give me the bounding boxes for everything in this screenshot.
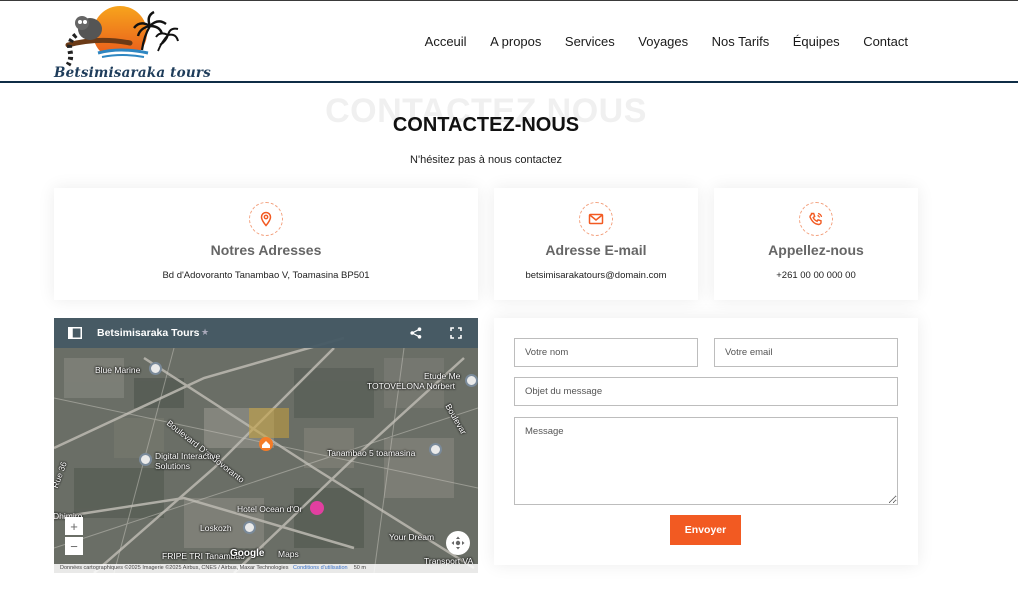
site-header: Betsimisaraka tours Acceuil A propos Ser… — [0, 1, 1018, 83]
nav-item-acceuil[interactable]: Acceuil — [425, 34, 467, 49]
embedded-map[interactable]: Betsimisaraka Tours ★ Blue Marine Boulev… — [54, 318, 478, 573]
main-nav: Acceuil A propos Services Voyages Nos Ta… — [401, 34, 908, 49]
zoom-in-button[interactable]: + — [65, 517, 83, 535]
nav-item-a-propos[interactable]: A propos — [490, 34, 541, 49]
attribution-text: Données cartographiques ©2025 Imagerie ©… — [60, 565, 289, 571]
card-title: Appellez-nous — [768, 242, 864, 258]
submit-button[interactable]: Envoyer — [670, 515, 741, 545]
envelope-icon — [579, 202, 613, 236]
map-label: Digital Interactive Solutions — [155, 451, 221, 471]
fullscreen-icon[interactable] — [450, 327, 462, 339]
map-title[interactable]: Betsimisaraka Tours — [97, 327, 200, 339]
zoom-out-button[interactable]: − — [65, 537, 83, 555]
sunset-palm-logo-icon — [65, 6, 179, 67]
card-value[interactable]: betsimisarakatours@domain.com — [494, 270, 698, 281]
contact-form: Envoyer — [494, 318, 918, 565]
map-pin-icon[interactable] — [243, 521, 256, 534]
map-label: Etude Me — [424, 371, 461, 381]
subject-input[interactable] — [514, 377, 898, 406]
google-logo: Google — [230, 548, 265, 559]
nav-item-contact[interactable]: Contact — [863, 34, 908, 49]
address-card: Notres Adresses Bd d'Adovoranto Tanambao… — [54, 188, 478, 300]
map-label: Tanambao 5 toamasina — [327, 448, 416, 458]
map-pin-icon[interactable] — [429, 443, 442, 456]
map-label: TOTOVELONA Norbert — [367, 381, 456, 391]
card-value: Bd d'Adovoranto Tanambao V, Toamasina BP… — [162, 270, 370, 281]
nav-item-services[interactable]: Services — [565, 34, 615, 49]
map-pin-icon[interactable] — [139, 453, 152, 466]
name-input[interactable] — [514, 338, 698, 367]
card-value[interactable]: +261 00 00 000 00 — [714, 270, 918, 281]
location-pin-icon — [249, 202, 283, 236]
maps-label: Maps — [278, 549, 299, 559]
nav-item-equipes[interactable]: Équipes — [793, 34, 840, 49]
card-title: Notres Adresses — [210, 242, 322, 258]
map-label: Hotel Ocean d'Or — [237, 504, 303, 514]
card-title: Adresse E-mail — [545, 242, 647, 258]
email-input[interactable] — [714, 338, 898, 367]
message-textarea[interactable] — [514, 417, 898, 505]
map-label: Blue Marine — [95, 365, 141, 375]
map-label: Your Dream — [389, 532, 435, 542]
brand-logo[interactable]: Betsimisaraka tours — [54, 5, 211, 81]
brand-name: Betsimisaraka tours — [54, 65, 211, 81]
page-title: CONTACTEZ-NOUS — [392, 114, 580, 136]
star-icon[interactable]: ★ — [201, 327, 209, 338]
sidebar-toggle-icon[interactable] — [68, 327, 82, 339]
terms-link[interactable]: Conditions d'utilisation — [293, 565, 348, 571]
map-scale: 50 m — [353, 565, 366, 571]
pan-control-icon[interactable] — [446, 531, 470, 555]
map-label: Loskozh — [200, 523, 232, 533]
map-pin-icon[interactable] — [465, 374, 478, 387]
map-attribution: Données cartographiques ©2025 Imagerie ©… — [54, 564, 478, 573]
phone-icon — [799, 202, 833, 236]
map-pin-icon[interactable] — [149, 362, 162, 375]
page-subtitle: N'hésitez pas à nous contactez — [410, 154, 562, 166]
share-icon[interactable] — [410, 327, 422, 339]
email-card: Adresse E-mail betsimisarakatours@domain… — [494, 188, 698, 300]
nav-item-nos-tarifs[interactable]: Nos Tarifs — [712, 34, 770, 49]
phone-card: Appellez-nous +261 00 00 000 00 — [714, 188, 918, 300]
map-header-bar: Betsimisaraka Tours ★ — [54, 318, 478, 348]
nav-item-voyages[interactable]: Voyages — [638, 34, 688, 49]
